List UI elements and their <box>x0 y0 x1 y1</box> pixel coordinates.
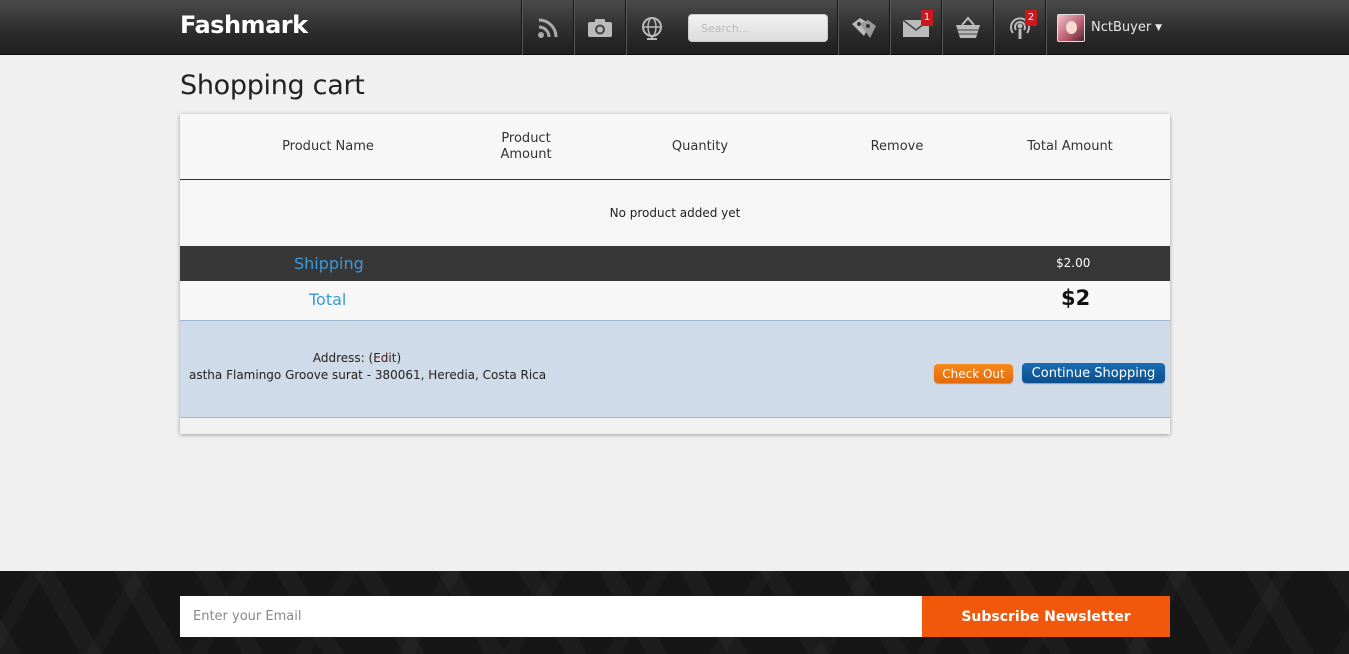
total-label: Total <box>309 290 347 309</box>
top-navbar: Fashmark 1 2 <box>0 0 1349 55</box>
page-title: Shopping cart <box>180 70 365 101</box>
edit-address-link[interactable]: Edit <box>373 351 396 365</box>
basket-button[interactable] <box>941 0 993 55</box>
notifications-button[interactable]: 2 <box>993 0 1045 55</box>
cart-table-header: Product Name Product Amount Quantity Rem… <box>180 114 1170 180</box>
column-product-name: Product Name <box>282 139 374 154</box>
tags-icon <box>850 16 878 40</box>
camera-button[interactable] <box>573 0 625 55</box>
globe-icon <box>640 16 664 40</box>
messages-button[interactable]: 1 <box>889 0 941 55</box>
total-row: Total $2 <box>180 281 1170 320</box>
tags-button[interactable] <box>837 0 889 55</box>
address-label-close: ) <box>396 351 402 365</box>
rss-button[interactable] <box>521 0 573 55</box>
messages-badge: 1 <box>921 10 933 26</box>
total-value: $2 <box>1061 286 1091 310</box>
cart-footer-strip <box>180 418 1170 434</box>
address-section: Address: (Edit) astha Flamingo Groove su… <box>180 320 1170 418</box>
shipping-label: Shipping <box>294 254 364 273</box>
checkout-button[interactable]: Check Out <box>934 364 1013 383</box>
basket-icon <box>955 15 981 40</box>
chevron-down-icon: ▼ <box>1155 22 1163 33</box>
column-remove: Remove <box>870 139 924 154</box>
footer: Subscribe Newsletter <box>0 571 1349 654</box>
user-menu[interactable]: NctBuyer ▼ <box>1045 0 1175 55</box>
newsletter-email-input[interactable] <box>180 596 922 637</box>
address-text: astha Flamingo Groove surat - 380061, He… <box>189 368 547 382</box>
address-label-line: Address: (Edit) <box>180 351 534 365</box>
shopping-cart-panel: Product Name Product Amount Quantity Rem… <box>180 114 1170 434</box>
camera-icon <box>587 17 613 39</box>
column-total-amount: Total Amount <box>1027 139 1113 154</box>
notifications-badge: 2 <box>1025 10 1037 26</box>
globe-button[interactable] <box>625 0 677 55</box>
column-product-amount: Product Amount <box>500 131 552 162</box>
username: NctBuyer <box>1091 20 1152 35</box>
column-quantity: Quantity <box>671 139 729 154</box>
shipping-row: Shipping $2.00 <box>180 246 1170 281</box>
rss-icon <box>536 16 560 40</box>
shipping-value: $2.00 <box>1056 256 1091 270</box>
brand-logo[interactable]: Fashmark <box>180 11 308 39</box>
continue-shopping-button[interactable]: Continue Shopping <box>1022 363 1165 383</box>
subscribe-newsletter-button[interactable]: Subscribe Newsletter <box>922 596 1170 637</box>
address-label: Address: ( <box>312 351 374 365</box>
empty-cart-message: No product added yet <box>609 206 741 220</box>
search-input[interactable] <box>688 14 828 42</box>
avatar <box>1057 13 1085 42</box>
